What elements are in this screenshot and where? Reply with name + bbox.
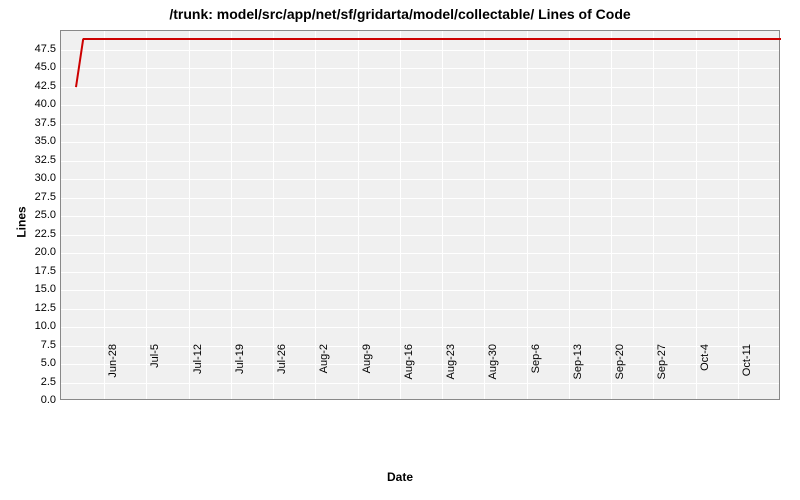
y-tick-label: 47.5 (6, 43, 56, 55)
x-tick-label: 11-Oct (741, 344, 753, 404)
grid-line-v (569, 31, 570, 399)
grid-line-h (61, 105, 779, 106)
grid-line-h (61, 87, 779, 88)
y-tick-label: 32.5 (6, 154, 56, 166)
x-tick-label: 5-Jul (149, 344, 161, 404)
y-tick-label: 12.5 (6, 302, 56, 314)
y-tick-label: 20.0 (6, 246, 56, 258)
x-tick-label: 9-Aug (361, 344, 373, 404)
grid-line-v (527, 31, 528, 399)
grid-line-v (611, 31, 612, 399)
grid-line-v (104, 31, 105, 399)
series-line (75, 38, 84, 86)
plot-area (60, 30, 780, 400)
grid-line-h (61, 290, 779, 291)
y-tick-label: 27.5 (6, 191, 56, 203)
x-tick-label: 19-Jul (234, 344, 246, 404)
chart-title: /trunk: model/src/app/net/sf/gridarta/mo… (0, 6, 800, 22)
grid-line-v (442, 31, 443, 399)
grid-line-h (61, 272, 779, 273)
grid-line-h (61, 364, 779, 365)
x-tick-label: 26-Jul (276, 344, 288, 404)
loc-chart: /trunk: model/src/app/net/sf/gridarta/mo… (0, 0, 800, 500)
grid-line-h (61, 179, 779, 180)
x-tick-label: 28-Jun (107, 344, 119, 404)
grid-line-v (400, 31, 401, 399)
y-tick-label: 30.0 (6, 172, 56, 184)
y-tick-label: 17.5 (6, 265, 56, 277)
x-tick-label: 27-Sep (656, 344, 668, 404)
grid-line-h (61, 161, 779, 162)
grid-line-v (146, 31, 147, 399)
grid-line-h (61, 68, 779, 69)
grid-line-v (484, 31, 485, 399)
x-tick-label: 13-Sep (572, 344, 584, 404)
x-tick-label: 23-Aug (445, 344, 457, 404)
grid-line-h (61, 383, 779, 384)
grid-line-h (61, 50, 779, 51)
grid-line-v (358, 31, 359, 399)
grid-line-v (231, 31, 232, 399)
x-tick-label: 4-Oct (699, 344, 711, 404)
x-tick-label: 16-Aug (403, 344, 415, 404)
grid-line-v (315, 31, 316, 399)
x-axis-label: Date (0, 470, 800, 484)
grid-line-h (61, 198, 779, 199)
grid-line-v (738, 31, 739, 399)
grid-line-h (61, 401, 779, 402)
y-tick-label: 10.0 (6, 320, 56, 332)
grid-line-h (61, 253, 779, 254)
grid-line-h (61, 346, 779, 347)
grid-line-v (653, 31, 654, 399)
grid-line-h (61, 327, 779, 328)
y-tick-label: 22.5 (6, 228, 56, 240)
y-tick-label: 0.0 (6, 394, 56, 406)
grid-line-h (61, 124, 779, 125)
series-line (83, 38, 781, 40)
y-tick-label: 45.0 (6, 61, 56, 73)
y-tick-label: 37.5 (6, 117, 56, 129)
y-tick-label: 42.5 (6, 80, 56, 92)
y-tick-label: 25.0 (6, 209, 56, 221)
y-tick-label: 7.5 (6, 339, 56, 351)
grid-line-h (61, 309, 779, 310)
x-tick-label: 20-Sep (614, 344, 626, 404)
y-tick-label: 40.0 (6, 98, 56, 110)
y-tick-label: 5.0 (6, 357, 56, 369)
grid-line-h (61, 216, 779, 217)
x-tick-label: 2-Aug (318, 344, 330, 404)
grid-line-v (273, 31, 274, 399)
x-tick-label: 6-Sep (530, 344, 542, 404)
grid-line-v (189, 31, 190, 399)
grid-line-h (61, 142, 779, 143)
y-tick-label: 2.5 (6, 376, 56, 388)
x-tick-label: 30-Aug (487, 344, 499, 404)
x-tick-label: 12-Jul (192, 344, 204, 404)
grid-line-v (696, 31, 697, 399)
grid-line-h (61, 235, 779, 236)
y-tick-label: 15.0 (6, 283, 56, 295)
y-tick-label: 35.0 (6, 135, 56, 147)
